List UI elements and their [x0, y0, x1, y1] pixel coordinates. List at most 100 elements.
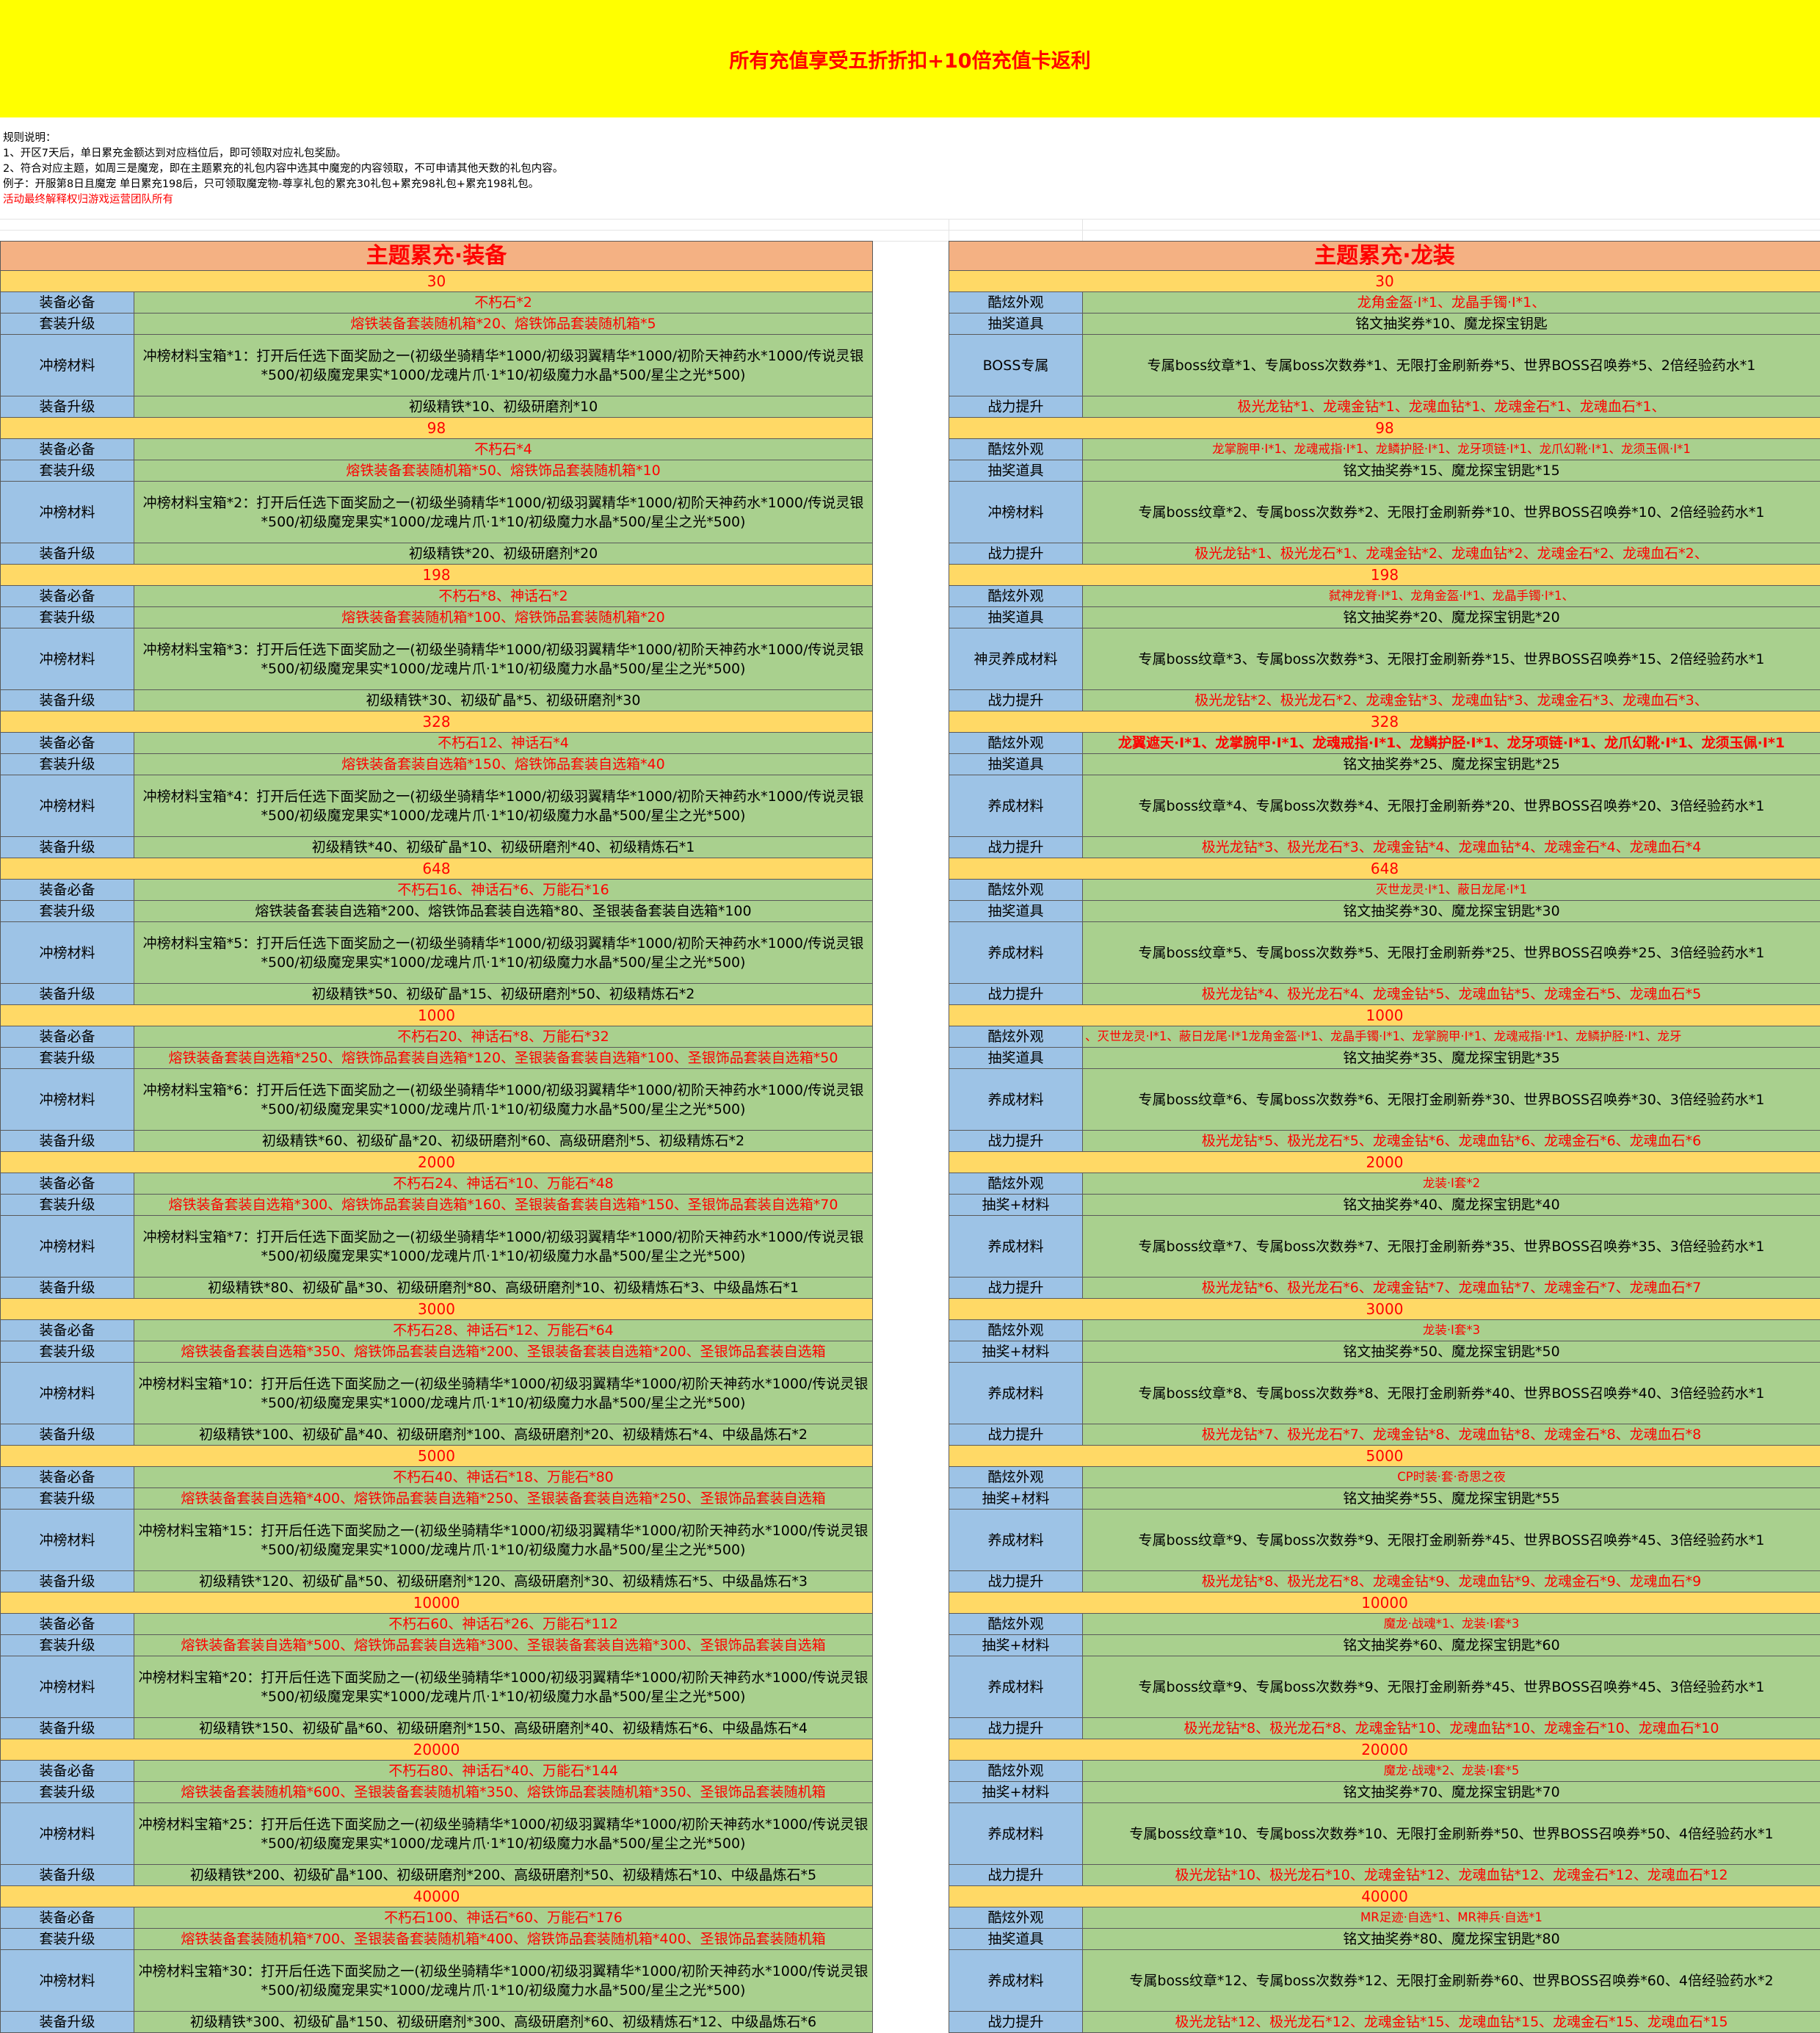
tier-amount: 30 [1, 271, 873, 292]
row-reward: 极光龙钻*4、极光龙石*4、龙魂金钻*5、龙魂血钻*5、龙魂金石*5、龙魂血石*… [1083, 984, 1820, 1005]
row-reward: 专属boss纹章*1、专属boss次数券*1、无限打金刷新券*5、世界BOSS召… [1083, 335, 1820, 396]
table-row: 酷炫外观MR足迹·自选*1、MR神兵·自选*1 [949, 1907, 1820, 1929]
rule-line: 活动最终解释权归游戏运营团队所有 [3, 192, 1692, 208]
row-category: 装备必备 [1, 1173, 134, 1195]
table-row: 酷炫外观龙角金盔·Ⅰ*1、龙晶手镯·Ⅰ*1、 [949, 292, 1820, 314]
row-category: 抽奖+材料 [949, 1635, 1083, 1656]
row-category: 冲榜材料 [1, 1069, 134, 1131]
top-banner: 所有充值享受五折折扣+10倍充值卡返利 [0, 0, 1820, 117]
row-reward: 初级精铁*300、初级矿晶*150、初级研磨剂*300、高级研磨剂*60、初级精… [134, 2012, 873, 2033]
row-reward: 专属boss纹章*5、专属boss次数券*5、无限打金刷新券*25、世界BOSS… [1083, 922, 1820, 984]
row-category: 战力提升 [949, 543, 1083, 565]
row-category: 养成材料 [949, 1069, 1083, 1131]
table-row: 冲榜材料冲榜材料宝箱*25：打开后任选下面奖励之一(初级坐骑精华*1000/初级… [1, 1803, 873, 1865]
row-reward: 熔铁装备套装随机箱*50、熔铁饰品套装随机箱*10 [134, 460, 873, 482]
row-category: 养成材料 [949, 1363, 1083, 1424]
row-reward: 不朽石*2 [134, 292, 873, 314]
row-reward: 冲榜材料宝箱*2：打开后任选下面奖励之一(初级坐骑精华*1000/初级羽翼精华*… [134, 482, 873, 543]
table-row: 抽奖道具铭文抽奖券*30、魔龙探宝钥匙*30 [949, 901, 1820, 922]
row-category: 酷炫外观 [949, 1761, 1083, 1782]
table-row: 冲榜材料冲榜材料宝箱*20：打开后任选下面奖励之一(初级坐骑精华*1000/初级… [1, 1656, 873, 1718]
row-reward: 灭世龙灵·Ⅰ*1、蔽日龙尾·Ⅰ*1 [1083, 880, 1820, 901]
row-category: 抽奖道具 [949, 314, 1083, 335]
table-row: 装备必备不朽石24、神话石*10、万能石*48 [1, 1173, 873, 1195]
row-reward: 熔铁装备套装自选箱*500、熔铁饰品套装自选箱*300、圣银装备套装自选箱*30… [134, 1635, 873, 1656]
table-row: 酷炫外观弑神龙脊·Ⅰ*1、龙角金盔·Ⅰ*1、龙晶手镯·Ⅰ*1、 [949, 586, 1820, 607]
grid-line [0, 219, 1820, 220]
row-reward: 极光龙钻*3、极光龙石*3、龙魂金钻*4、龙魂血钻*4、龙魂金石*4、龙魂血石*… [1083, 837, 1820, 858]
row-reward: 专属boss纹章*4、专属boss次数券*4、无限打金刷新券*20、世界BOSS… [1083, 775, 1820, 837]
row-reward: 冲榜材料宝箱*4：打开后任选下面奖励之一(初级坐骑精华*1000/初级羽翼精华*… [134, 775, 873, 837]
row-reward: 极光龙钻*1、龙魂金钻*1、龙魂血钻*1、龙魂金石*1、龙魂血石*1、 [1083, 396, 1820, 418]
row-category: 装备必备 [1, 292, 134, 314]
table-row: 装备必备不朽石16、神话石*6、万能石*16 [1, 880, 873, 901]
table-row: 装备必备不朽石28、神话石*12、万能石*64 [1, 1320, 873, 1341]
row-category: 抽奖道具 [949, 901, 1083, 922]
tier-amount: 648 [949, 858, 1820, 880]
rule-line: 1、开区7天后，单日累充金额达到对应档位后，即可领取对应礼包奖励。 [3, 146, 1692, 162]
table-row: 装备必备不朽石12、神话石*4 [1, 733, 873, 754]
table-row: 战力提升极光龙钻*3、极光龙石*3、龙魂金钻*4、龙魂血钻*4、龙魂金石*4、龙… [949, 837, 1820, 858]
row-category: 套装升级 [1, 1929, 134, 1950]
row-category: 装备必备 [1, 1026, 134, 1048]
row-reward: 铭文抽奖券*50、魔龙探宝钥匙*50 [1083, 1341, 1820, 1363]
rule-line: 2、符合对应主题，如周三是魔宠，即在主题累充的礼包内容中选其中魔宠的内容领取，不… [3, 162, 1692, 177]
row-reward: 熔铁装备套装随机箱*20、熔铁饰品套装随机箱*5 [134, 314, 873, 335]
table-row: 装备升级初级精铁*300、初级矿晶*150、初级研磨剂*300、高级研磨剂*60… [1, 2012, 873, 2033]
row-category: 抽奖+材料 [949, 1341, 1083, 1363]
row-reward: 初级精铁*40、初级矿晶*10、初级研磨剂*40、初级精炼石*1 [134, 837, 873, 858]
row-reward: CP时装·套·奇思之夜 [1083, 1467, 1820, 1488]
row-reward: 龙装·Ⅰ套*2 [1083, 1173, 1820, 1195]
row-reward: 龙装·Ⅰ套*3 [1083, 1320, 1820, 1341]
row-category: 套装升级 [1, 754, 134, 775]
row-reward: 铭文抽奖券*40、魔龙探宝钥匙*40 [1083, 1195, 1820, 1216]
row-reward: 极光龙钻*6、极光龙石*6、龙魂金钻*7、龙魂血钻*7、龙魂金石*7、龙魂血石*… [1083, 1278, 1820, 1299]
table-row: 装备升级初级精铁*10、初级研磨剂*10 [1, 396, 873, 418]
row-category: 酷炫外观 [949, 1467, 1083, 1488]
table-row: 套装升级熔铁装备套装随机箱*700、圣银装备套装随机箱*400、熔铁饰品套装随机… [1, 1929, 873, 1950]
row-reward: 初级精铁*200、初级矿晶*100、初级研磨剂*200、高级研磨剂*50、初级精… [134, 1865, 873, 1886]
table-row: 战力提升极光龙钻*2、极光龙石*2、龙魂金钻*3、龙魂血钻*3、龙魂金石*3、龙… [949, 690, 1820, 711]
row-reward: 冲榜材料宝箱*20：打开后任选下面奖励之一(初级坐骑精华*1000/初级羽翼精华… [134, 1656, 873, 1718]
row-category: 战力提升 [949, 1571, 1083, 1592]
row-reward: 熔铁装备套装自选箱*400、熔铁饰品套装自选箱*250、圣银装备套装自选箱*25… [134, 1488, 873, 1510]
row-category: 养成材料 [949, 1803, 1083, 1865]
row-reward: 熔铁装备套装自选箱*200、熔铁饰品套装自选箱*80、圣银装备套装自选箱*100 [134, 901, 873, 922]
row-reward: 冲榜材料宝箱*5：打开后任选下面奖励之一(初级坐骑精华*1000/初级羽翼精华*… [134, 922, 873, 984]
table-row: 冲榜材料专属boss纹章*2、专属boss次数券*2、无限打金刷新券*10、世界… [949, 482, 1820, 543]
row-reward: 冲榜材料宝箱*25：打开后任选下面奖励之一(初级坐骑精华*1000/初级羽翼精华… [134, 1803, 873, 1865]
row-reward: MR足迹·自选*1、MR神兵·自选*1 [1083, 1907, 1820, 1929]
row-reward: 冲榜材料宝箱*10：打开后任选下面奖励之一(初级坐骑精华*1000/初级羽翼精华… [134, 1363, 873, 1424]
table-row: 装备必备不朽石100、神话石*60、万能石*176 [1, 1907, 873, 1929]
row-reward: 冲榜材料宝箱*7：打开后任选下面奖励之一(初级坐骑精华*1000/初级羽翼精华*… [134, 1216, 873, 1278]
row-reward: 铭文抽奖券*30、魔龙探宝钥匙*30 [1083, 901, 1820, 922]
tier-amount: 20000 [949, 1739, 1820, 1761]
row-category: 养成材料 [949, 1950, 1083, 2012]
table-row: 战力提升极光龙钻*1、极光龙石*1、龙魂金钻*2、龙魂血钻*2、龙魂金石*2、龙… [949, 543, 1820, 565]
row-category: 装备必备 [1, 880, 134, 901]
row-category: 装备必备 [1, 586, 134, 607]
table-row: 抽奖道具铭文抽奖券*25、魔龙探宝钥匙*25 [949, 754, 1820, 775]
table-row: 养成材料专属boss纹章*4、专属boss次数券*4、无限打金刷新券*20、世界… [949, 775, 1820, 837]
table-row: 冲榜材料冲榜材料宝箱*7：打开后任选下面奖励之一(初级坐骑精华*1000/初级羽… [1, 1216, 873, 1278]
table-row: 套装升级熔铁装备套装随机箱*20、熔铁饰品套装随机箱*5 [1, 314, 873, 335]
table-row: 冲榜材料冲榜材料宝箱*5：打开后任选下面奖励之一(初级坐骑精华*1000/初级羽… [1, 922, 873, 984]
row-category: 酷炫外观 [949, 880, 1083, 901]
table-row: 养成材料专属boss纹章*10、专属boss次数券*10、无限打金刷新券*50、… [949, 1803, 1820, 1865]
table-row: 养成材料专属boss纹章*5、专属boss次数券*5、无限打金刷新券*25、世界… [949, 922, 1820, 984]
row-category: 酷炫外观 [949, 1320, 1083, 1341]
table-row: 养成材料专属boss纹章*7、专属boss次数券*7、无限打金刷新券*35、世界… [949, 1216, 1820, 1278]
row-category: 套装升级 [1, 1341, 134, 1363]
row-category: 抽奖道具 [949, 1929, 1083, 1950]
table-title: 主题累充·龙装 [949, 242, 1820, 271]
row-category: 冲榜材料 [1, 628, 134, 690]
table-row: 套装升级熔铁装备套装自选箱*500、熔铁饰品套装自选箱*300、圣银装备套装自选… [1, 1635, 873, 1656]
row-category: 套装升级 [1, 1635, 134, 1656]
row-category: 装备升级 [1, 1571, 134, 1592]
row-category: 战力提升 [949, 1131, 1083, 1152]
table-row: 酷炫外观龙翼遮天·Ⅰ*1、龙掌腕甲·Ⅰ*1、龙魂戒指·Ⅰ*1、龙鳞护胫·Ⅰ*1、… [949, 733, 1820, 754]
table-row: 酷炫外观龙装·Ⅰ套*3 [949, 1320, 1820, 1341]
row-category: 装备必备 [1, 1467, 134, 1488]
row-category: 装备必备 [1, 439, 134, 460]
row-reward: 极光龙钻*1、极光龙石*1、龙魂金钻*2、龙魂血钻*2、龙魂金石*2、龙魂血石*… [1083, 543, 1820, 565]
